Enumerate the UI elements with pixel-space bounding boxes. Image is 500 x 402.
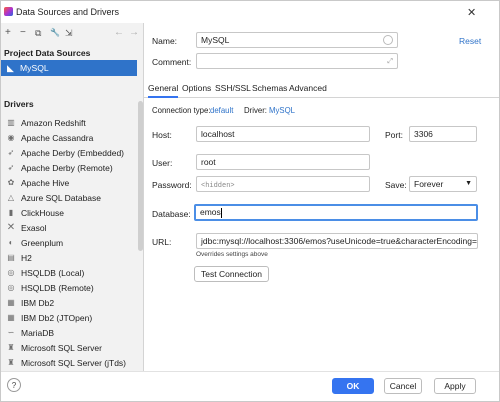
sql-server-icon: ♜	[7, 343, 15, 352]
driver-item[interactable]: ◉ Apache Cassandra	[1, 130, 137, 145]
name-field[interactable]: MySQL	[196, 32, 398, 48]
window-title: Data Sources and Drivers	[16, 7, 120, 17]
driver-item[interactable]: ✕ Exasol	[1, 220, 137, 235]
tab-options[interactable]: Options	[182, 83, 211, 93]
reset-link[interactable]: Reset	[459, 36, 481, 46]
copy-icon[interactable]: ⧉	[35, 28, 41, 38]
driver-item[interactable]: ◐ Greenplum	[1, 235, 137, 250]
driver-label: Driver:	[244, 106, 267, 115]
sql-server-icon: ♜	[7, 358, 15, 367]
ok-button[interactable]: OK	[332, 378, 374, 394]
driver-link[interactable]: MySQL	[269, 106, 295, 115]
tab-ssh-ssl[interactable]: SSH/SSL	[215, 83, 251, 93]
chevron-down-icon: ▼	[465, 180, 472, 187]
close-icon[interactable]: ✕	[467, 6, 476, 19]
tab-schemas[interactable]: Schemas	[252, 83, 287, 93]
left-toolbar: + − ⧉ 🔧 ⇲ ← →	[1, 25, 143, 43]
port-label: Port:	[385, 130, 403, 140]
x-icon: ✕	[6, 222, 16, 233]
driver-item[interactable]: ▥ Amazon Redshift	[1, 115, 137, 130]
name-label: Name:	[152, 36, 178, 46]
driver-item[interactable]: ♜ Microsoft SQL Server (jTds)	[1, 355, 137, 370]
user-label: User:	[152, 158, 173, 168]
bars-icon: ▮	[8, 208, 14, 217]
text-cursor	[220, 207, 222, 218]
cancel-button[interactable]: Cancel	[384, 378, 422, 394]
port-field[interactable]: 3306	[409, 126, 477, 142]
host-field[interactable]: localhost	[196, 126, 370, 142]
save-dropdown[interactable]: Forever ▼	[409, 176, 477, 192]
user-field[interactable]: root	[196, 154, 370, 170]
back-arrow-icon[interactable]: ←	[114, 28, 124, 38]
remove-icon[interactable]: −	[20, 28, 26, 38]
wrench-icon[interactable]: 🔧	[50, 28, 60, 38]
search-db-icon: ◎	[7, 268, 15, 277]
driver-item[interactable]: ♜ Microsoft SQL Server	[1, 340, 137, 355]
project-data-sources-heading: Project Data Sources	[4, 48, 91, 58]
sidebar-scrollbar[interactable]	[138, 101, 143, 251]
eye-icon: ◉	[7, 133, 15, 142]
test-connection-button[interactable]: Test Connection	[194, 266, 269, 282]
driver-item[interactable]: ▦ IBM Db2 (JTOpen)	[1, 310, 137, 325]
feather-icon: ➶	[7, 148, 15, 157]
mysql-icon: ◣	[7, 63, 14, 73]
help-icon[interactable]: ?	[7, 378, 21, 392]
tab-advanced[interactable]: Advanced	[289, 83, 327, 93]
forward-arrow-icon[interactable]: →	[129, 28, 139, 38]
driver-item[interactable]: ▦ IBM Db2	[1, 295, 137, 310]
h2-icon: ▤	[7, 253, 15, 262]
feather-icon: ➶	[7, 163, 15, 172]
database-field[interactable]: emos	[194, 204, 478, 221]
settings-tabs: General Options SSH/SSL Schemas Advanced	[144, 80, 499, 98]
driver-item[interactable]: △ Azure SQL Database	[1, 190, 137, 205]
search-db-icon: ◎	[7, 283, 15, 292]
comment-field[interactable]: ⤢	[196, 53, 398, 69]
driver-item[interactable]: ∽ MariaDB	[1, 325, 137, 340]
connection-type-link[interactable]: default	[210, 106, 233, 115]
app-logo-icon	[4, 7, 13, 16]
add-icon[interactable]: +	[5, 28, 11, 38]
host-label: Host:	[152, 130, 172, 140]
color-circle-icon[interactable]	[383, 35, 393, 45]
tab-general[interactable]: General	[148, 83, 179, 98]
save-label: Save:	[385, 180, 407, 190]
driver-item[interactable]: ➶ Apache Derby (Embedded)	[1, 145, 137, 160]
url-field[interactable]: jdbc:mysql://localhost:3306/emos?useUnic…	[196, 233, 478, 249]
driver-item[interactable]: ▤ H2	[1, 250, 137, 265]
ibm-icon: ▦	[7, 313, 15, 322]
footer-divider	[1, 371, 499, 372]
azure-icon: △	[7, 193, 15, 202]
export-icon[interactable]: ⇲	[65, 28, 73, 38]
drivers-heading: Drivers	[4, 99, 34, 109]
driver-item[interactable]: ◎ HSQLDB (Local)	[1, 265, 137, 280]
apply-button[interactable]: Apply	[434, 378, 476, 394]
driver-item[interactable]: ◎ HSQLDB (Remote)	[1, 280, 137, 295]
password-label: Password:	[152, 180, 192, 190]
data-sources-dialog: Data Sources and Drivers ✕ + − ⧉ 🔧 ⇲ ← →…	[0, 0, 500, 402]
comment-label: Comment:	[152, 57, 192, 67]
title-bar: Data Sources and Drivers ✕	[1, 1, 499, 23]
url-note: Overrides settings above	[196, 251, 268, 258]
seal-icon: ∽	[7, 328, 15, 337]
bee-icon: ✿	[7, 178, 15, 187]
circle-icon: ◐	[8, 238, 14, 247]
data-source-label: MySQL	[20, 63, 49, 73]
driver-item[interactable]: ➶ Apache Derby (Remote)	[1, 160, 137, 175]
connection-type-label: Connection type:	[152, 106, 211, 115]
database-label: Database:	[152, 209, 191, 219]
data-source-item-mysql[interactable]: ◣ MySQL	[1, 60, 137, 76]
driver-item[interactable]: ▮ ClickHouse	[1, 205, 137, 220]
url-label: URL:	[152, 237, 172, 247]
password-field[interactable]: <hidden>	[196, 176, 370, 192]
driver-item[interactable]: ✿ Apache Hive	[1, 175, 137, 190]
ibm-icon: ▦	[7, 298, 15, 307]
database-icon: ▥	[7, 118, 15, 127]
left-panel: + − ⧉ 🔧 ⇲ ← → Project Data Sources ◣ MyS…	[1, 23, 144, 371]
expand-icon[interactable]: ⤢	[387, 55, 393, 68]
